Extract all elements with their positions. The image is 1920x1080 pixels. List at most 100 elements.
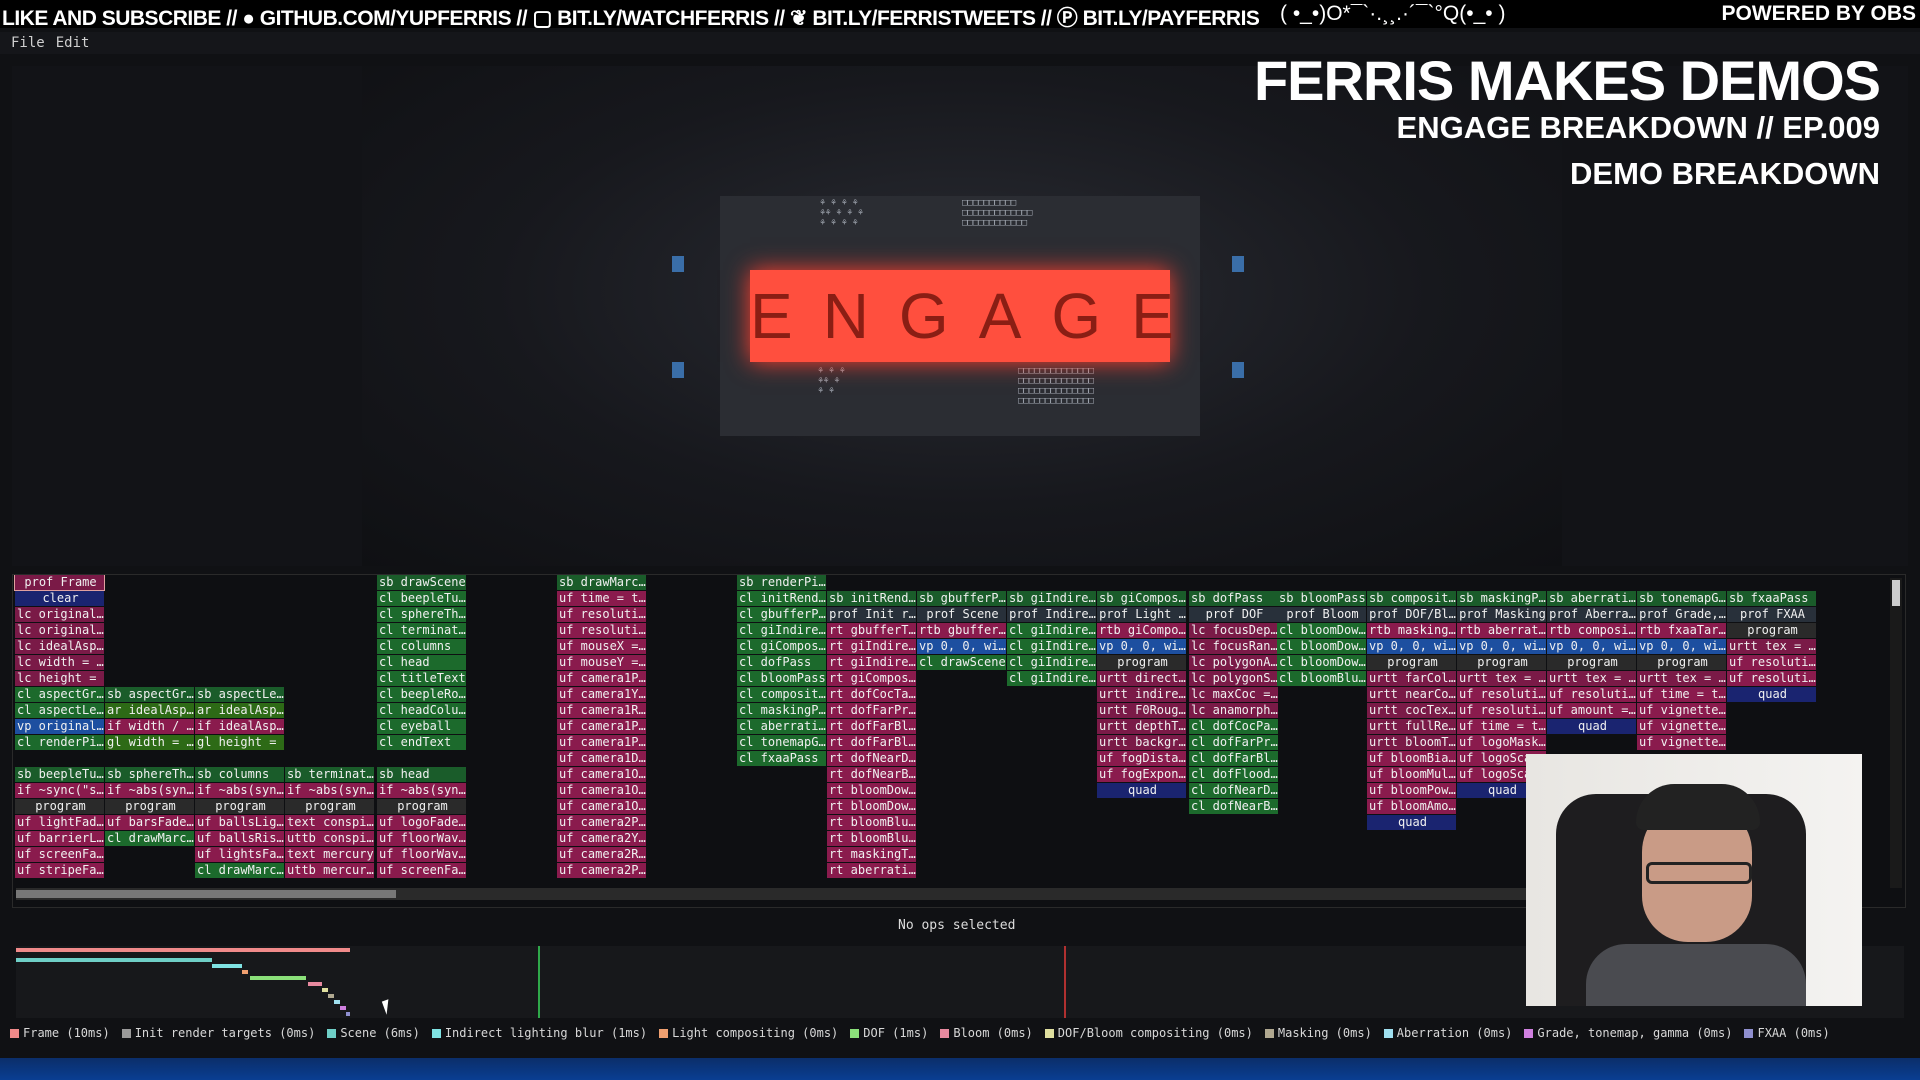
op-cell[interactable]: urtt tex = … [1727, 639, 1816, 654]
op-cell[interactable]: uf lightFad… [15, 815, 104, 830]
op-cell[interactable]: if ~sync("s… [15, 783, 104, 798]
op-cell[interactable]: urtt backgr… [1097, 735, 1186, 750]
scrollbar-thumb[interactable] [1892, 580, 1900, 606]
op-cell[interactable]: cl beepleRo… [377, 687, 466, 702]
op-cell[interactable]: rtb fxaaTar… [1637, 623, 1726, 638]
op-cell[interactable]: uf camera2P… [557, 815, 646, 830]
op-cell[interactable]: urtt tex = … [1547, 671, 1636, 686]
op-cell[interactable]: rt dofCocTa… [827, 687, 916, 702]
op-cell[interactable]: uf vignette… [1637, 735, 1726, 750]
menu-file[interactable]: File [11, 35, 45, 51]
op-cell[interactable]: prof Indire… [1007, 607, 1096, 622]
op-cell[interactable]: rt dofNearB… [827, 767, 916, 782]
op-cell[interactable]: rtb composi… [1547, 623, 1636, 638]
op-cell[interactable]: uf camera1P… [557, 719, 646, 734]
op-cell[interactable]: quad [1547, 719, 1636, 734]
op-cell[interactable]: cl drawMarc… [105, 831, 194, 846]
op-cell[interactable]: rt giIndire… [827, 639, 916, 654]
op-cell[interactable]: prof Bloom [1277, 607, 1366, 622]
op-cell[interactable]: uf time = t… [1637, 687, 1726, 702]
op-cell[interactable]: uf bloomAmo… [1367, 799, 1456, 814]
op-cell[interactable]: rt bloomBlu… [827, 815, 916, 830]
op-cell[interactable]: uf vignette… [1637, 703, 1726, 718]
op-cell[interactable]: sb gbufferP… [917, 591, 1006, 606]
op-cell[interactable]: cl drawMarc… [195, 863, 284, 878]
op-cell[interactable]: uf resoluti… [1457, 687, 1546, 702]
op-cell[interactable]: rt bloomBlu… [827, 831, 916, 846]
op-cell[interactable]: sb columns [195, 767, 284, 782]
op-cell[interactable]: cl bloomDow… [1277, 655, 1366, 670]
op-cell[interactable]: cl headColu… [377, 703, 466, 718]
op-cell[interactable]: prof DOF [1189, 607, 1278, 622]
op-cell[interactable]: urtt depthT… [1097, 719, 1186, 734]
op-cell[interactable]: program [15, 799, 104, 814]
op-cell[interactable]: sb composit… [1367, 591, 1456, 606]
op-cell[interactable]: cl aspectGr… [15, 687, 104, 702]
op-cell[interactable]: rtb masking… [1367, 623, 1456, 638]
op-cell[interactable]: urtt direct… [1097, 671, 1186, 686]
op-cell[interactable]: uttb conspi… [285, 831, 374, 846]
op-cell[interactable]: quad [1727, 687, 1816, 702]
op-cell[interactable]: cl endText [377, 735, 466, 750]
op-cell[interactable]: uf barsFade… [105, 815, 194, 830]
op-cell[interactable]: uf screenFa… [15, 847, 104, 862]
op-cell[interactable]: ar idealAsp… [105, 703, 194, 718]
op-cell[interactable]: uf mouseX =… [557, 639, 646, 654]
op-cell[interactable]: cl giIndire… [737, 623, 826, 638]
op-cell[interactable]: rt gbufferT… [827, 623, 916, 638]
op-cell[interactable]: uf logoFade… [377, 815, 466, 830]
op-cell[interactable]: uf resoluti… [1457, 703, 1546, 718]
op-cell[interactable]: vp original… [15, 719, 104, 734]
op-cell[interactable]: lc focusDep… [1189, 623, 1278, 638]
op-cell[interactable]: sb aspectLe… [195, 687, 284, 702]
op-cell[interactable]: text mercury [285, 847, 374, 862]
op-cell[interactable]: urtt tex = … [1457, 671, 1546, 686]
op-cell[interactable]: gl width = … [105, 735, 194, 750]
op-cell[interactable]: sb maskingP… [1457, 591, 1546, 606]
op-cell[interactable]: uf floorWav… [377, 847, 466, 862]
op-cell[interactable]: lc original… [15, 623, 104, 638]
op-cell[interactable]: cl dofFlood… [1189, 767, 1278, 782]
op-cell[interactable]: cl dofPass [737, 655, 826, 670]
scrollbar-thumb[interactable] [16, 890, 396, 898]
op-cell[interactable]: cl composit… [737, 687, 826, 702]
op-cell[interactable]: uf resoluti… [557, 623, 646, 638]
op-cell[interactable]: gl height = … [195, 735, 284, 750]
op-cell[interactable]: sb giCompos… [1097, 591, 1186, 606]
op-cell[interactable]: vp 0, 0, wi… [1637, 639, 1726, 654]
op-cell[interactable]: program [1367, 655, 1456, 670]
op-cell[interactable]: if idealAsp… [195, 719, 284, 734]
op-cell[interactable]: lc focusRan… [1189, 639, 1278, 654]
op-cell[interactable]: uf fogDista… [1097, 751, 1186, 766]
op-cell[interactable]: cl dofFarPr… [1189, 735, 1278, 750]
op-cell[interactable]: cl drawScene [917, 655, 1006, 670]
op-cell[interactable]: prof DOF/Bl… [1367, 607, 1456, 622]
op-cell[interactable]: cl dofNearD… [1189, 783, 1278, 798]
op-cell[interactable]: uf camera1O… [557, 799, 646, 814]
op-cell[interactable]: uf camera2P… [557, 863, 646, 878]
op-cell[interactable]: cl head [377, 655, 466, 670]
op-cell[interactable]: rtb gbuffer… [917, 623, 1006, 638]
op-cell[interactable]: prof Frame [14, 575, 105, 591]
op-cell[interactable]: rt giCompos… [827, 671, 916, 686]
op-cell[interactable]: cl eyeball [377, 719, 466, 734]
op-cell[interactable]: rtb aberrat… [1457, 623, 1546, 638]
op-cell[interactable]: cl aberrati… [737, 719, 826, 734]
op-cell[interactable]: prof FXAA [1727, 607, 1816, 622]
op-cell[interactable]: cl giCompos… [737, 639, 826, 654]
op-cell[interactable]: vp 0, 0, wi… [1547, 639, 1636, 654]
op-cell[interactable]: uf camera1R… [557, 703, 646, 718]
op-cell[interactable]: lc original… [15, 607, 104, 622]
op-cell[interactable]: uf fogExpon… [1097, 767, 1186, 782]
op-cell[interactable]: urtt tex = … [1637, 671, 1726, 686]
op-cell[interactable]: cl gbufferP… [737, 607, 826, 622]
op-cell[interactable]: prof Scene [917, 607, 1006, 622]
op-cell[interactable]: uf bloomPow… [1367, 783, 1456, 798]
op-cell[interactable]: uttb mercur… [285, 863, 374, 878]
op-cell[interactable]: uf resoluti… [557, 607, 646, 622]
op-cell[interactable]: prof Aberra… [1547, 607, 1636, 622]
op-cell[interactable]: uf resoluti… [1547, 687, 1636, 702]
op-cell[interactable]: urtt indire… [1097, 687, 1186, 702]
op-cell[interactable]: sb fxaaPass [1727, 591, 1816, 606]
op-cell[interactable]: uf resoluti… [1727, 671, 1816, 686]
